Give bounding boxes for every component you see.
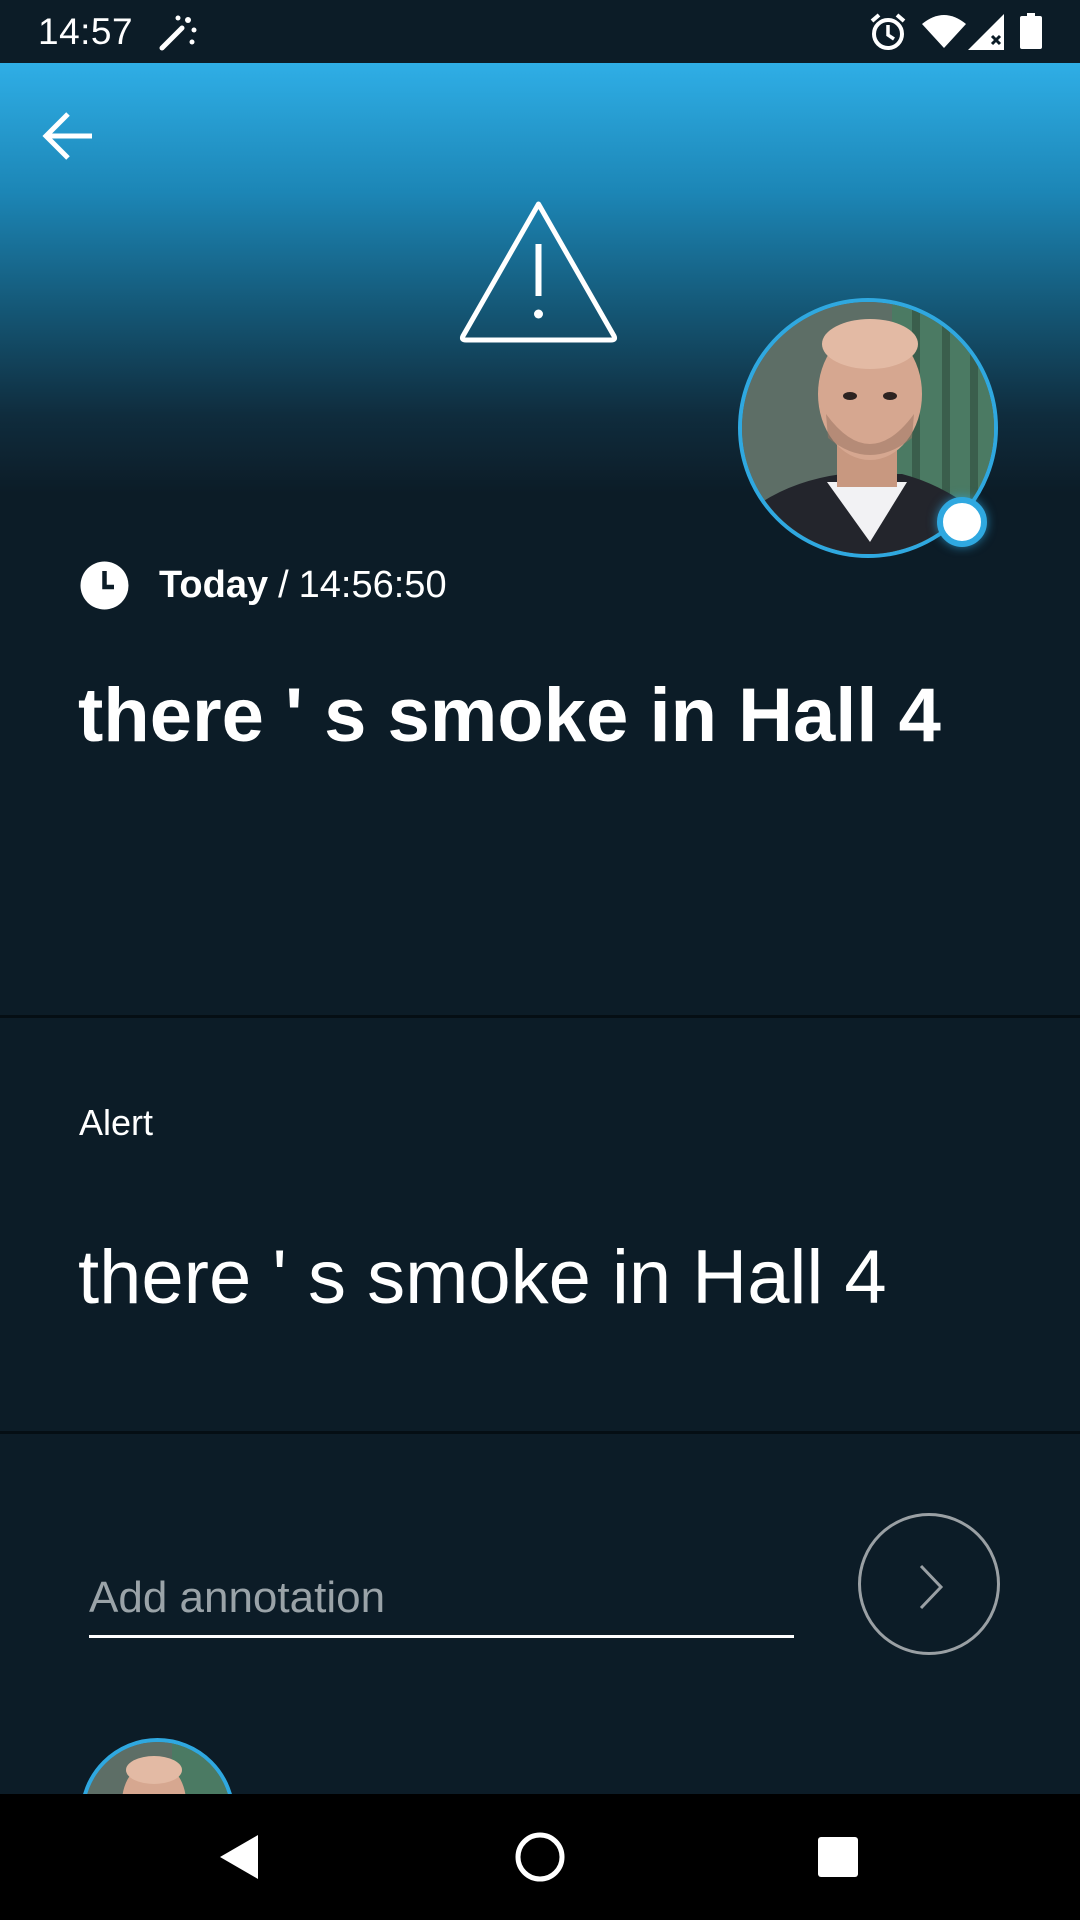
event-title: there ' s smoke in Hall 4 xyxy=(78,673,941,758)
status-bar: 14:57 xyxy=(0,0,1080,63)
back-button[interactable] xyxy=(40,108,108,164)
warning-triangle-icon xyxy=(456,196,621,346)
event-time: 14:56:50 xyxy=(298,563,447,606)
battery-icon xyxy=(1020,13,1042,54)
wifi-icon xyxy=(922,14,966,53)
system-navigation-bar xyxy=(0,1794,1080,1920)
alarm-icon xyxy=(868,12,908,57)
home-circle-icon xyxy=(515,1832,565,1882)
timestamp-separator: / xyxy=(278,563,289,606)
recents-square-icon xyxy=(818,1837,858,1877)
chevron-right-icon xyxy=(919,1564,944,1610)
clock-icon xyxy=(80,561,129,609)
send-annotation-button[interactable] xyxy=(858,1513,1000,1655)
annotation-field[interactable] xyxy=(89,1560,794,1638)
arrow-left-icon xyxy=(42,112,92,160)
alert-type-label: Alert xyxy=(79,1102,154,1143)
signal-icon xyxy=(968,14,1004,55)
section-divider xyxy=(0,1431,1080,1434)
status-time: 14:57 xyxy=(38,11,134,52)
back-triangle-icon xyxy=(220,1835,258,1879)
online-status-indicator xyxy=(937,497,987,547)
nav-recents-button[interactable] xyxy=(808,1827,868,1887)
annotation-input[interactable] xyxy=(89,1560,794,1635)
event-day: Today xyxy=(159,563,269,606)
event-timestamp: Today / 14:56:50 xyxy=(80,560,447,610)
alert-message: there ' s smoke in Hall 4 xyxy=(78,1235,887,1320)
section-divider xyxy=(0,1015,1080,1018)
magic-wand-icon xyxy=(158,14,198,57)
nav-home-button[interactable] xyxy=(510,1827,570,1887)
nav-back-button[interactable] xyxy=(210,1827,270,1887)
